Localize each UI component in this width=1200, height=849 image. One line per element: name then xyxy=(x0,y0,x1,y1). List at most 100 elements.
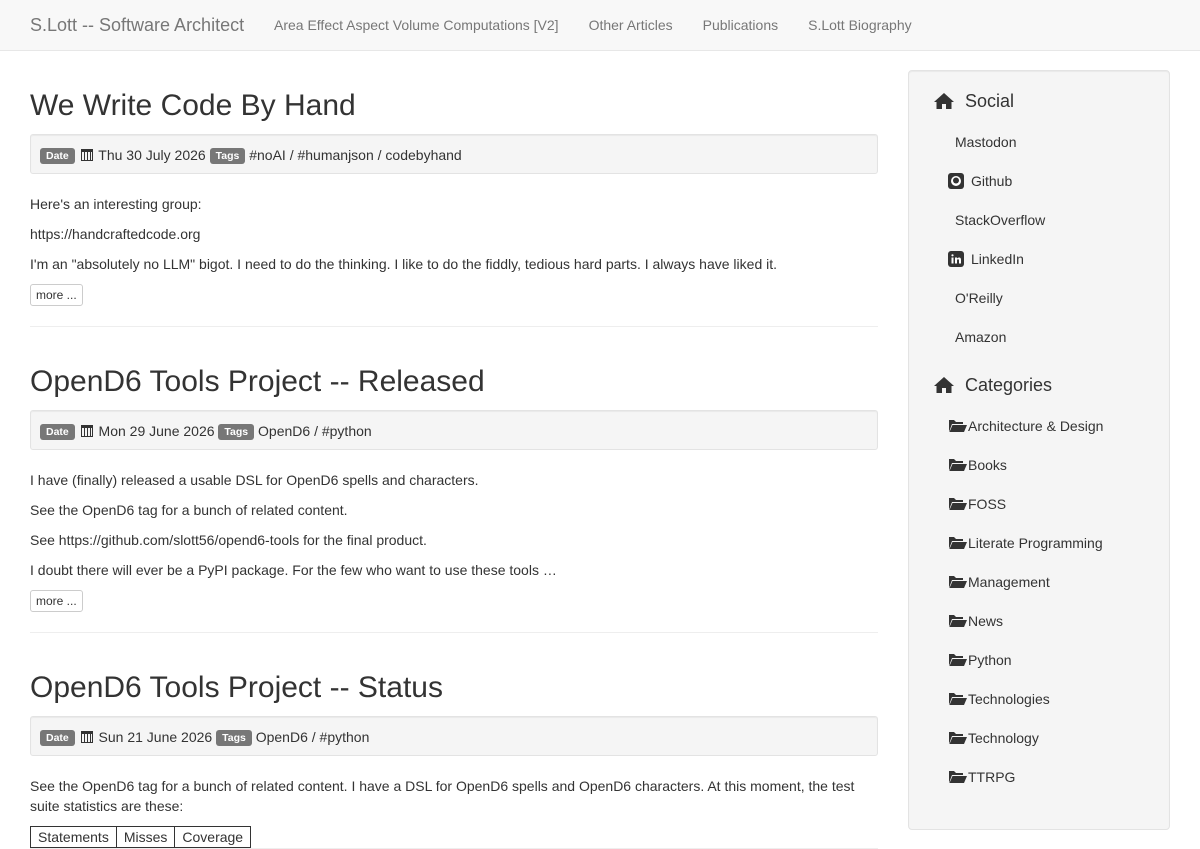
list-item: TTRPG xyxy=(933,757,1145,796)
category-link[interactable]: FOSS xyxy=(948,496,1006,512)
category-link[interactable]: Architecture & Design xyxy=(948,418,1103,434)
calendar-icon xyxy=(80,149,93,161)
social-list: Mastodon Github StackOverflow LinkedIn O… xyxy=(933,122,1145,356)
more-button[interactable]: more ... xyxy=(30,284,83,306)
nav-link-other-articles[interactable]: Other Articles xyxy=(574,0,688,50)
folder-open-icon xyxy=(948,496,968,511)
category-label: Python xyxy=(968,651,1012,668)
social-heading: Social xyxy=(933,90,1145,112)
stats-table: Statements Misses Coverage xyxy=(30,826,252,848)
date-label: Date xyxy=(40,730,75,746)
site-brand-link[interactable]: S.Lott -- Software Architect xyxy=(30,15,244,36)
article-date: Sun 21 June 2026 xyxy=(98,729,213,745)
folder-open-icon xyxy=(948,574,968,589)
folder-open-icon xyxy=(948,535,968,550)
list-item: Python xyxy=(933,640,1145,679)
list-item: Technologies xyxy=(933,679,1145,718)
nav-link-biography[interactable]: S.Lott Biography xyxy=(793,0,927,50)
article-summary: See the OpenD6 tag for a bunch of relate… xyxy=(30,756,878,848)
list-item: News xyxy=(933,601,1145,640)
calendar-icon xyxy=(80,731,93,743)
article: We Write Code By Hand Date Thu 30 July 2… xyxy=(30,88,878,327)
summary-paragraph: See https://github.com/slott56/opend6-to… xyxy=(30,532,427,548)
home-icon xyxy=(933,92,955,110)
social-label: Github xyxy=(971,172,1013,189)
folder-open-icon xyxy=(948,730,968,745)
folder-open-icon xyxy=(948,613,968,628)
category-link[interactable]: Management xyxy=(948,574,1050,590)
article-tags[interactable]: OpenD6 / #python xyxy=(258,423,372,439)
category-link[interactable]: Books xyxy=(948,457,1007,473)
category-label: Technology xyxy=(968,729,1039,746)
categories-title: Categories xyxy=(965,375,1053,395)
folder-open-icon xyxy=(948,691,968,706)
social-title: Social xyxy=(965,91,1015,111)
nav-link-publications[interactable]: Publications xyxy=(688,0,794,50)
date-label: Date xyxy=(40,148,75,164)
social-label: LinkedIn xyxy=(971,250,1024,267)
article-meta: Date Mon 29 June 2026 Tags OpenD6 / #pyt… xyxy=(30,410,878,450)
list-item: Github xyxy=(933,161,1145,200)
date-label: Date xyxy=(40,424,75,440)
social-link-linkedin[interactable]: LinkedIn xyxy=(948,250,1024,267)
list-item: FOSS xyxy=(933,484,1145,523)
summary-paragraph: Here's an interesting group: xyxy=(30,196,202,212)
summary-paragraph: See the OpenD6 tag for a bunch of relate… xyxy=(30,502,348,518)
folder-open-icon xyxy=(948,457,968,472)
category-link[interactable]: Python xyxy=(948,652,1012,668)
category-label: Management xyxy=(968,573,1050,590)
more-button[interactable]: more ... xyxy=(30,590,83,612)
nav-link-area-effect[interactable]: Area Effect Aspect Volume Computations [… xyxy=(259,0,574,50)
social-link-stackoverflow[interactable]: StackOverflow xyxy=(948,212,1045,228)
category-link[interactable]: TTRPG xyxy=(948,769,1015,785)
category-label: News xyxy=(968,612,1004,629)
article-tags[interactable]: OpenD6 / #python xyxy=(256,729,370,745)
summary-paragraph: I'm an "absolutely no LLM" bigot. I need… xyxy=(30,256,778,272)
list-item: Amazon xyxy=(933,317,1145,356)
social-link-amazon[interactable]: Amazon xyxy=(948,329,1006,345)
folder-open-icon xyxy=(948,769,968,784)
article-meta: Date Thu 30 July 2026 Tags #noAI / #huma… xyxy=(30,134,878,174)
category-label: Literate Programming xyxy=(968,534,1103,551)
home-icon xyxy=(933,376,955,394)
sidebar: Social Mastodon Github StackOverflow Lin… xyxy=(908,70,1170,830)
article-title-link[interactable]: OpenD6 Tools Project -- Status xyxy=(30,671,443,704)
social-link-oreilly[interactable]: O'Reilly xyxy=(948,290,1003,306)
summary-paragraph: See the OpenD6 tag for a bunch of relate… xyxy=(30,778,855,814)
article-meta: Date Sun 21 June 2026 Tags OpenD6 / #pyt… xyxy=(30,716,878,756)
article-title: We Write Code By Hand xyxy=(30,88,878,124)
top-navbar: S.Lott -- Software Architect Area Effect… xyxy=(0,0,1200,51)
article-date: Mon 29 June 2026 xyxy=(98,423,215,439)
category-link[interactable]: Literate Programming xyxy=(948,535,1103,551)
category-label: Architecture & Design xyxy=(968,417,1104,434)
category-link[interactable]: Technologies xyxy=(948,691,1050,707)
article-title-link[interactable]: We Write Code By Hand xyxy=(30,89,356,122)
tags-label: Tags xyxy=(209,148,246,164)
linkedin-icon xyxy=(948,250,964,267)
social-link-github[interactable]: Github xyxy=(948,172,1013,189)
table-header: Coverage xyxy=(174,826,252,848)
list-item: Management xyxy=(933,562,1145,601)
article-summary: Here's an interesting group: https://han… xyxy=(30,174,878,326)
social-link-mastodon[interactable]: Mastodon xyxy=(948,134,1016,150)
category-label: Technologies xyxy=(968,690,1050,707)
tags-label: Tags xyxy=(216,730,252,746)
calendar-icon xyxy=(80,425,93,437)
article-tags[interactable]: #noAI / #humanjson / codebyhand xyxy=(249,147,462,163)
list-item: Books xyxy=(933,445,1145,484)
categories-heading: Categories xyxy=(933,374,1145,396)
table-header: Statements xyxy=(30,826,117,848)
article-title-link[interactable]: OpenD6 Tools Project -- Released xyxy=(30,365,485,398)
summary-paragraph: I have (finally) released a usable DSL f… xyxy=(30,472,479,488)
summary-link[interactable]: https://handcraftedcode.org xyxy=(30,226,200,242)
article-summary: I have (finally) released a usable DSL f… xyxy=(30,450,878,632)
category-label: TTRPG xyxy=(968,768,1016,785)
category-link[interactable]: Technology xyxy=(948,730,1039,746)
github-icon xyxy=(948,172,964,189)
category-label: Books xyxy=(968,456,1007,473)
summary-paragraph: I doubt there will ever be a PyPI packag… xyxy=(30,562,557,578)
folder-open-icon xyxy=(948,418,968,433)
category-link[interactable]: News xyxy=(948,613,1003,629)
table-header: Misses xyxy=(115,826,176,848)
article: OpenD6 Tools Project -- Status Date Sun … xyxy=(30,670,878,849)
